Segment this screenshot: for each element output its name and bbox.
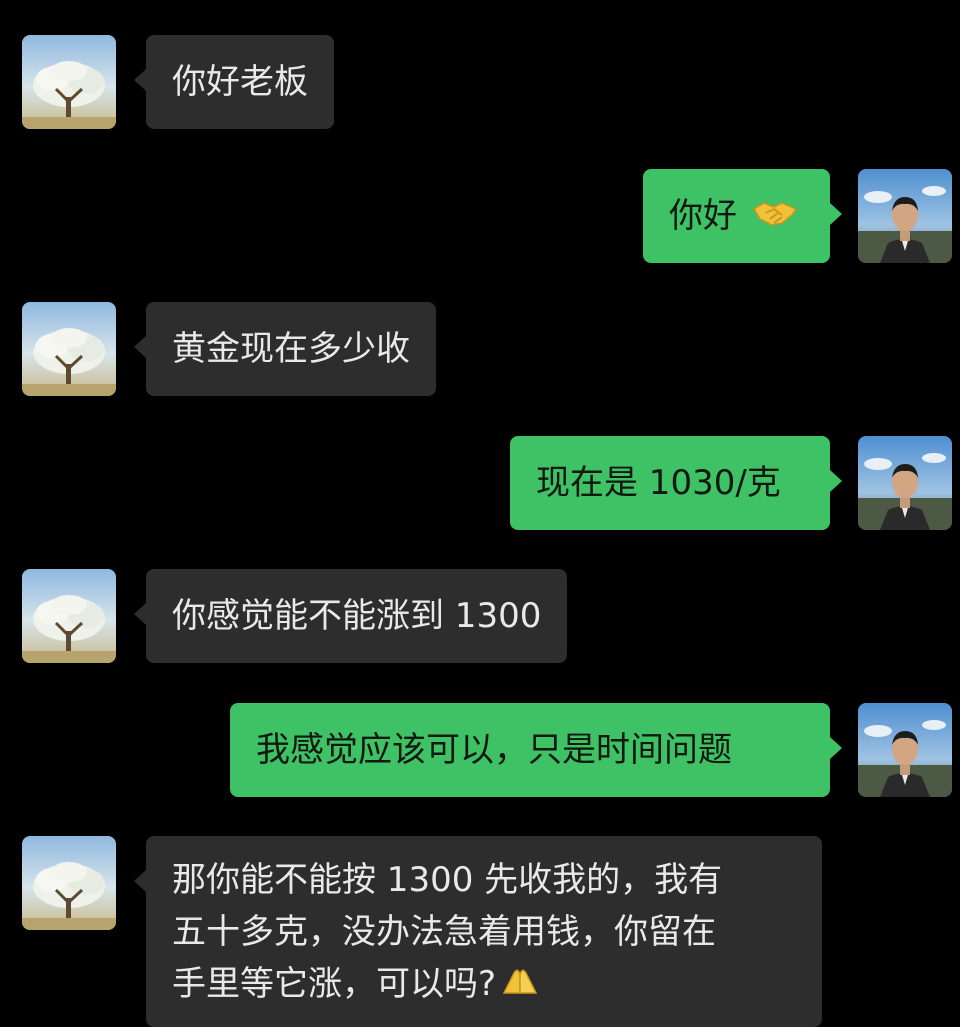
message-bubble[interactable]: 黄金现在多少收	[146, 302, 436, 396]
bubble-tail	[134, 870, 146, 892]
folded-hands-emoji	[500, 960, 540, 1012]
message-text-line: 那你能不能按 1300 先收我的，我有	[172, 860, 723, 900]
contact-avatar[interactable]	[22, 35, 116, 129]
message-text: 黄金现在多少收	[172, 329, 410, 369]
message-text: 我感觉应该可以，只是时间问题	[256, 730, 732, 770]
self-avatar[interactable]	[858, 703, 952, 797]
contact-avatar[interactable]	[22, 302, 116, 396]
message-bubble[interactable]: 我感觉应该可以，只是时间问题	[230, 703, 830, 797]
message-text: 你好老板	[172, 62, 308, 102]
bubble-tail	[134, 69, 146, 91]
message-text: 你好	[669, 196, 737, 236]
handshake-emoji	[752, 171, 798, 265]
message-text: 现在是 1030/克	[536, 463, 781, 503]
bubble-tail	[830, 737, 842, 759]
message-text-line: 手里等它涨，可以吗?	[172, 958, 796, 1012]
message-text: 你感觉能不能涨到 1300	[172, 596, 542, 636]
self-avatar[interactable]	[858, 169, 952, 263]
message-bubble[interactable]: 现在是 1030/克	[510, 436, 830, 530]
message-bubble[interactable]: 你好老板	[146, 35, 334, 129]
message-bubble[interactable]: 你好	[643, 169, 830, 263]
bubble-tail	[830, 470, 842, 492]
chat-conversation: 你好老板 你好 黄金现在多少收 现在是 1030/克 你感觉能不能涨到 1300…	[0, 0, 960, 1027]
bubble-tail	[134, 336, 146, 358]
message-bubble[interactable]: 那你能不能按 1300 先收我的，我有 五十多克，没办法急着用钱，你留在 手里等…	[146, 836, 822, 1027]
message-text-line: 五十多克，没办法急着用钱，你留在	[172, 912, 716, 952]
bubble-tail	[830, 203, 842, 225]
message-bubble[interactable]: 你感觉能不能涨到 1300	[146, 569, 568, 663]
contact-avatar[interactable]	[22, 569, 116, 663]
contact-avatar[interactable]	[22, 836, 116, 930]
self-avatar[interactable]	[858, 436, 952, 530]
bubble-tail	[134, 603, 146, 625]
